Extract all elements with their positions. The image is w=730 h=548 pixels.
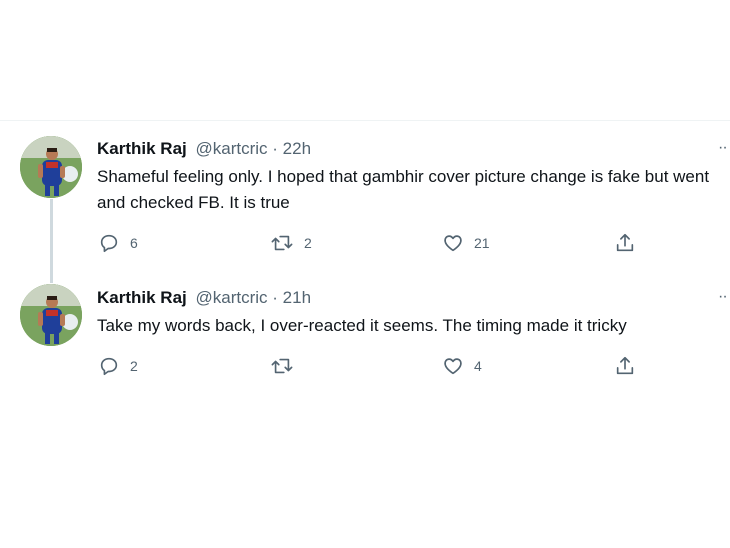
reply-icon [100,357,118,376]
retweet-button[interactable]: 2 [270,232,312,254]
share-button[interactable] [614,355,636,377]
share-icon [616,356,634,375]
retweet-icon [271,235,293,251]
tweet-time[interactable]: 21h [283,288,311,307]
tweet-header: Karthik Raj @kartcric · 22h [97,139,311,159]
retweet-icon [271,358,293,374]
reply-count: 6 [130,235,138,251]
reply-icon [100,234,118,253]
player-avatar-image [20,136,82,198]
share-button[interactable] [614,232,636,254]
like-button[interactable]: 4 [442,355,482,377]
tweet-time[interactable]: 22h [283,139,311,158]
tweet-text: Take my words back, I over-reacted it se… [97,316,627,335]
retweet-count: 2 [304,235,312,251]
tweet-header: Karthik Raj @kartcric · 21h [97,288,311,308]
more-options-icon[interactable]: ·· [718,289,728,305]
more-options-icon[interactable]: ·· [718,140,728,156]
reply-button[interactable]: 6 [98,232,138,254]
share-icon [616,233,634,252]
separator-dot: · [272,139,278,158]
author-name[interactable]: Karthik Raj [97,288,187,307]
reply-button[interactable]: 2 [98,355,138,377]
avatar[interactable] [20,136,82,198]
like-button[interactable]: 21 [442,232,490,254]
author-handle[interactable]: @kartcric [195,139,267,158]
author-handle[interactable]: @kartcric [195,288,267,307]
separator-dot: · [272,288,278,307]
like-icon [444,358,462,375]
reply-count: 2 [130,358,138,374]
retweet-button[interactable] [270,355,304,377]
tweet-2[interactable]: Karthik Raj @kartcric · 21h ·· Take my w… [0,271,730,401]
like-count: 4 [474,358,482,374]
like-icon [444,235,462,252]
tweet-1[interactable]: Karthik Raj @kartcric · 22h ·· Shameful … [0,121,730,283]
author-name[interactable]: Karthik Raj [97,139,187,158]
tweet-text: Shameful feeling only. I hoped that gamb… [97,167,710,212]
like-count: 21 [474,235,490,251]
player-avatar-image [20,284,82,346]
avatar[interactable] [20,284,82,346]
